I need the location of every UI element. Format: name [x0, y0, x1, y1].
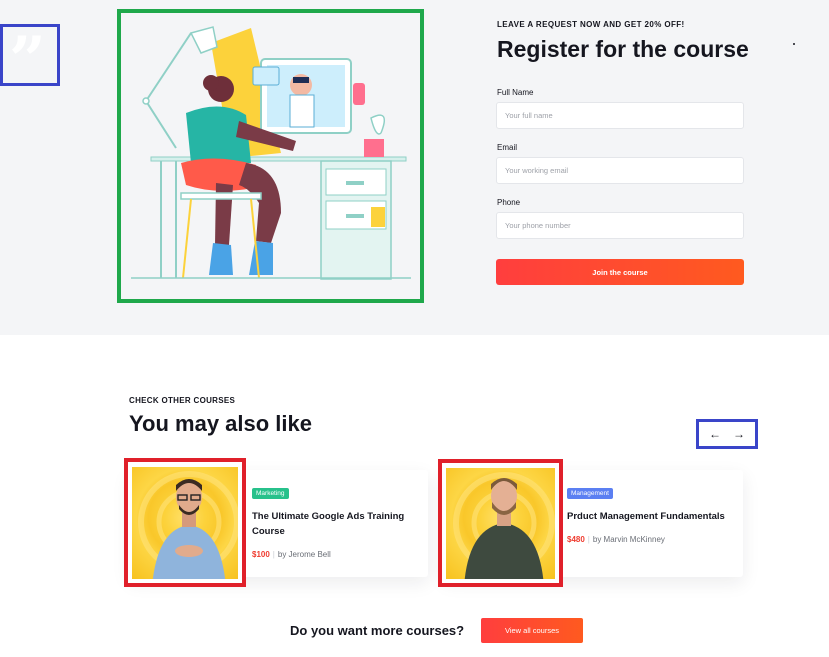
decor-dot [793, 43, 795, 45]
category-badge: Marketing [252, 488, 289, 499]
related-kicker: CHECK OTHER COURSES [129, 396, 236, 405]
register-kicker: LEAVE A REQUEST NOW AND GET 20% OFF! [497, 20, 685, 29]
instructor-avatar-icon [138, 471, 238, 579]
more-courses-question: Do you want more courses? [290, 623, 465, 638]
phone-label: Phone [497, 198, 521, 207]
meta-separator: | [587, 535, 590, 544]
quote-box: ” [0, 24, 60, 93]
arrow-right-icon[interactable]: → [733, 428, 745, 440]
course-price: $480 [567, 535, 585, 544]
course-title[interactable]: The Ultimate Google Ads Training Course [252, 509, 412, 539]
carousel-arrows: ← → [696, 419, 758, 449]
register-title: Register for the course [497, 36, 749, 62]
course-author: by Marvin McKinney [592, 535, 665, 544]
instructor-photo [132, 467, 238, 579]
arrow-left-icon[interactable]: ← [709, 428, 721, 440]
course-photo-frame [124, 458, 246, 587]
course-meta: $480 | by Marvin McKinney [567, 535, 665, 544]
full-name-input[interactable] [496, 102, 744, 129]
related-title: You may also like [129, 411, 313, 436]
category-badge: Management [567, 488, 613, 499]
course-price: $100 [252, 550, 270, 559]
course-author: by Jerome Bell [277, 550, 331, 559]
email-input[interactable] [496, 157, 744, 184]
quote-icon: ” [9, 23, 46, 98]
instructor-photo [446, 468, 555, 579]
instructor-avatar-icon [453, 472, 555, 579]
phone-input[interactable] [496, 212, 744, 239]
meta-separator: | [272, 550, 275, 559]
course-title[interactable]: Prduct Management Fundamentals [567, 509, 737, 524]
course-meta: $100 | by Jerome Bell [252, 550, 331, 559]
email-label: Email [497, 143, 518, 152]
badge-management: Management [571, 490, 609, 497]
view-all-courses-button[interactable]: View all courses [481, 618, 583, 643]
course-photo-frame [438, 459, 563, 587]
student-at-desk-illustration [131, 26, 411, 280]
badge-marketing: Marketing [256, 490, 285, 497]
full-name-label: Full Name [497, 88, 534, 97]
join-course-button[interactable]: Join the course [496, 259, 744, 285]
register-illustration [117, 9, 424, 303]
